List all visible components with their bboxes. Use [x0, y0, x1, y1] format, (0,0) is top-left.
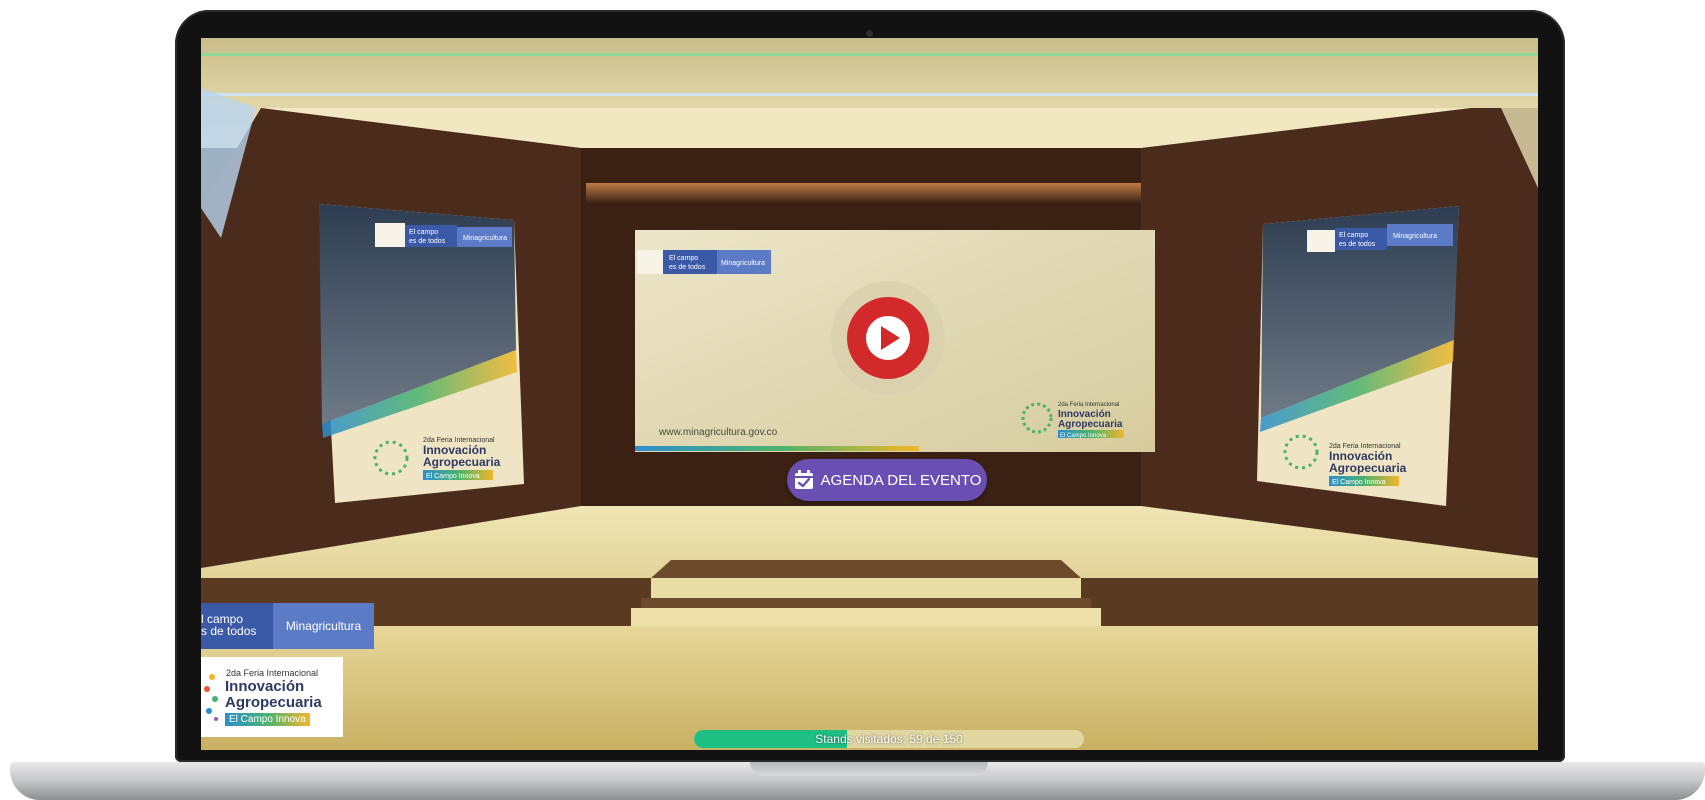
- logo-text: s de todos: [201, 624, 257, 638]
- agenda-button-label: AGENDA DEL EVENTO: [820, 471, 982, 489]
- feria-title-line: Agropecuaria: [225, 694, 322, 711]
- stage-step: [651, 560, 1081, 578]
- progress-label: Stands visitados: 59 de 150: [815, 732, 963, 746]
- screen-feria-text: Agropecuaria: [1058, 419, 1123, 430]
- poster-feria-text: Agropecuaria: [423, 455, 501, 469]
- feria-subtitle: 2da Feria Internacional: [226, 668, 319, 678]
- screen-header-text: El campo: [669, 255, 698, 262]
- feria-logo: 2da Feria Internacional Innovación Agrop…: [201, 657, 343, 737]
- feria-title-line: Innovación: [225, 678, 305, 695]
- logo-left: l campo s de todos: [201, 603, 273, 649]
- stage-step: [631, 608, 1101, 626]
- stands-progress-bar: Stands visitados: 59 de 150: [694, 730, 1084, 748]
- left-poster: El campo es de todos Minagricultura 2da …: [319, 204, 524, 503]
- back-wall-light: [586, 183, 1141, 203]
- auditorium-scene: El campo es de todos Minagricultura 2da …: [201, 38, 1538, 750]
- virtual-auditorium: El campo es de todos Minagricultura 2da …: [201, 38, 1538, 750]
- logo-text: Minagricultura: [285, 619, 362, 633]
- feria-tagline: El Campo Innova: [225, 713, 310, 726]
- feria-title: Innovación Agropecuaria: [225, 679, 322, 711]
- minagricultura-logo: l campo s de todos Minagricultura: [201, 603, 374, 649]
- ceiling-light-strip: [201, 53, 1538, 56]
- poster-header-text: es de todos: [409, 238, 446, 245]
- agenda-button[interactable]: AGENDA DEL EVENTO: [787, 459, 987, 501]
- screen-url: www.minagricultura.gov.co: [658, 427, 778, 438]
- right-poster: El campo es de todos Minagricultura 2da …: [1257, 206, 1459, 506]
- stage-step: [651, 578, 1081, 598]
- screen-header-text: es de todos: [669, 264, 706, 271]
- calendar-check-icon: [794, 470, 813, 489]
- poster-header-text: es de todos: [1339, 241, 1376, 248]
- feria-emblem-icon: [204, 674, 218, 721]
- logo-right: Minagricultura: [273, 603, 374, 649]
- poster-feria-text: El Campo Innova: [426, 473, 480, 480]
- poster-header-text: El campo: [1339, 232, 1368, 239]
- poster-header-text: El campo: [409, 229, 438, 236]
- laptop-notch: [750, 762, 988, 776]
- poster-feria-text: Agropecuaria: [1329, 461, 1407, 475]
- poster-feria-text: El Campo Innova: [1332, 479, 1386, 486]
- webcam-icon: [866, 30, 873, 37]
- play-icon[interactable]: [831, 281, 945, 395]
- stage-step: [641, 598, 1091, 608]
- screen-feria-text: El Campo Innova: [1060, 433, 1107, 439]
- screen-header-text: Minagricultura: [721, 260, 765, 267]
- poster-header-text: Minagricultura: [1393, 233, 1437, 240]
- ceiling-light-strip: [201, 93, 1538, 96]
- screen-feria-text: 2da Feria Internacional: [1058, 402, 1119, 408]
- poster-header-text: Minagricultura: [463, 235, 507, 242]
